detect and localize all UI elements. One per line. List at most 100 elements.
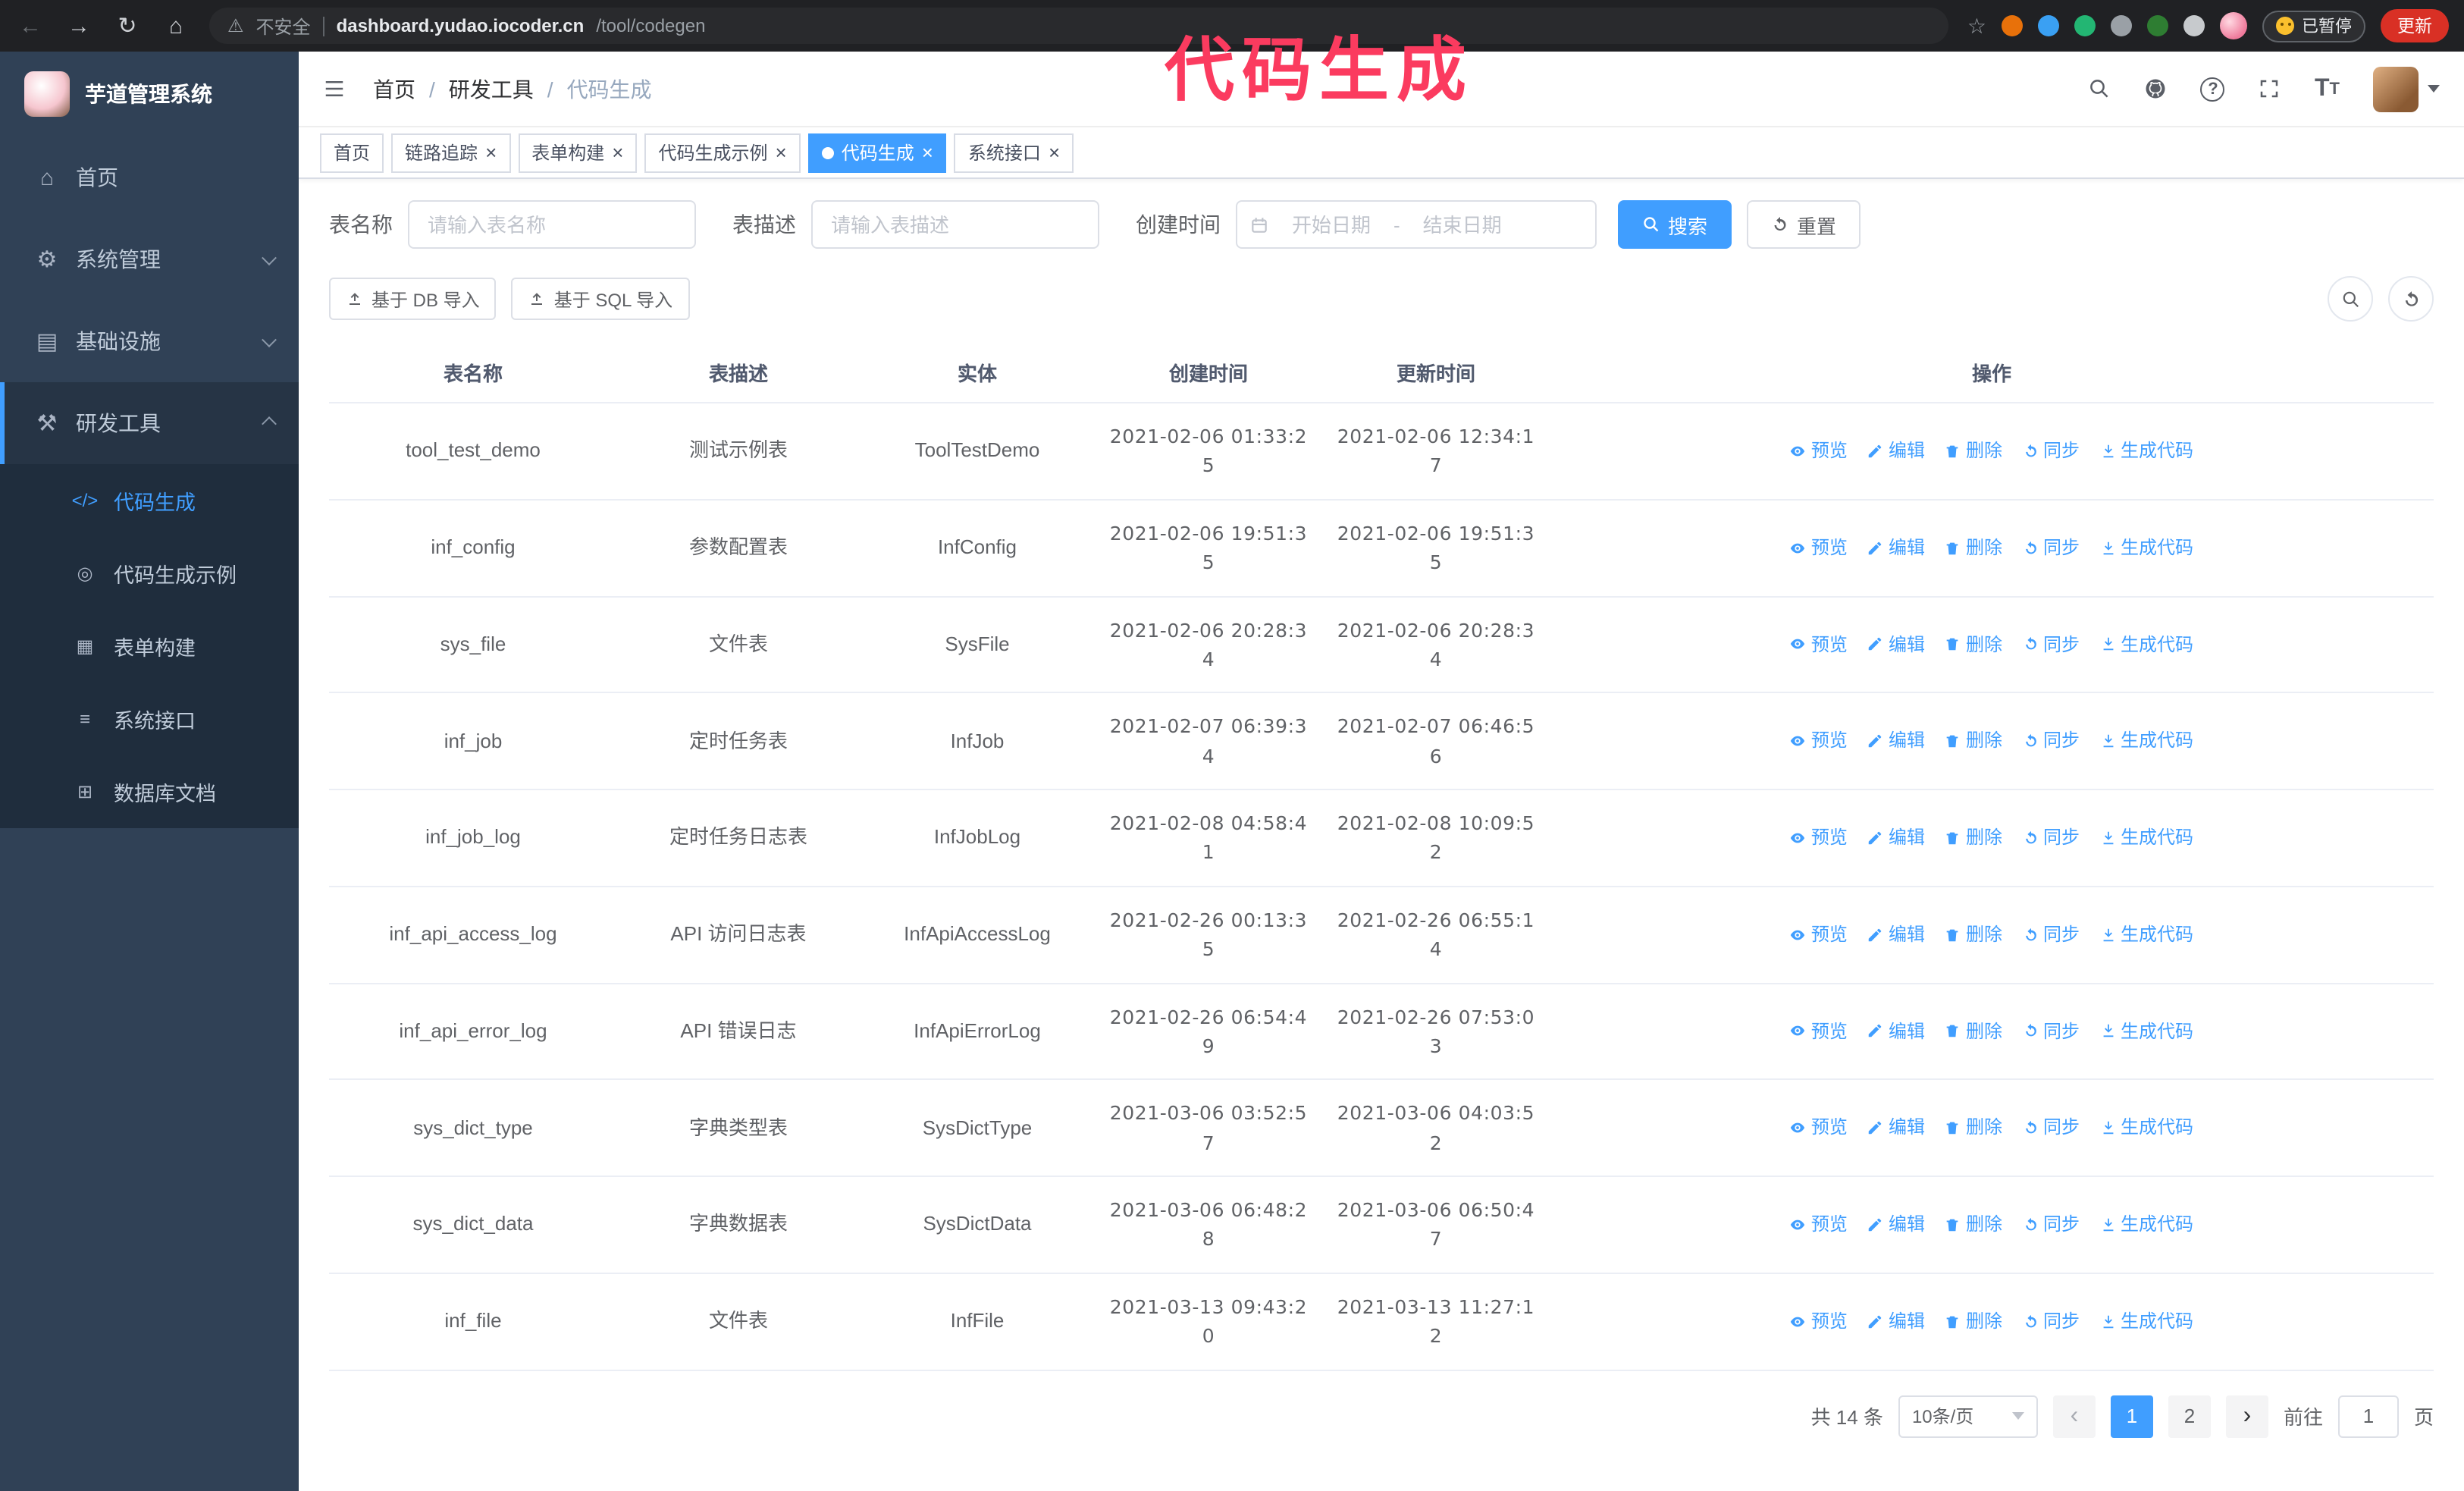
- date-start-input[interactable]: [1275, 213, 1387, 236]
- import-sql-button[interactable]: 基于 SQL 导入: [511, 278, 690, 320]
- page-size-select[interactable]: 10条/页: [1898, 1395, 2038, 1437]
- delete-link[interactable]: 删除: [1945, 1114, 2002, 1142]
- close-icon[interactable]: ×: [1049, 143, 1060, 162]
- sync-link[interactable]: 同步: [2022, 824, 2080, 852]
- close-icon[interactable]: ×: [612, 143, 623, 162]
- close-icon[interactable]: ×: [485, 143, 497, 162]
- sync-link[interactable]: 同步: [2022, 727, 2080, 755]
- tab-home[interactable]: 首页: [320, 133, 384, 172]
- preview-link[interactable]: 预览: [1790, 437, 1848, 465]
- edit-link[interactable]: 编辑: [1867, 1114, 1925, 1142]
- extension-icon[interactable]: [2147, 15, 2168, 36]
- sidebar-item-dev-tools[interactable]: ⚒ 研发工具: [0, 382, 299, 464]
- preview-link[interactable]: 预览: [1790, 630, 1848, 658]
- preview-link[interactable]: 预览: [1790, 921, 1848, 949]
- browser-profile-avatar[interactable]: [2220, 12, 2247, 39]
- delete-link[interactable]: 删除: [1945, 727, 2002, 755]
- sidebar-item-form-builder[interactable]: ▦ 表单构建: [0, 610, 299, 683]
- tab-tracing[interactable]: 链路追踪 ×: [391, 133, 511, 172]
- sync-link[interactable]: 同步: [2022, 437, 2080, 465]
- bookmark-star-icon[interactable]: ☆: [1967, 13, 1986, 39]
- goto-page-input[interactable]: [2337, 1395, 2399, 1437]
- preview-link[interactable]: 预览: [1790, 824, 1848, 852]
- docs-help-button[interactable]: ?: [2200, 77, 2225, 101]
- prev-page-button[interactable]: ‹: [2052, 1395, 2096, 1437]
- sync-link[interactable]: 同步: [2022, 921, 2080, 949]
- sync-link[interactable]: 同步: [2022, 630, 2080, 658]
- font-size-button[interactable]: TT: [2315, 75, 2340, 102]
- sidebar-item-codegen[interactable]: </> 代码生成: [0, 464, 299, 537]
- toggle-search-button[interactable]: [2328, 276, 2373, 322]
- delete-link[interactable]: 删除: [1945, 1307, 2002, 1336]
- address-bar[interactable]: ⚠ 不安全 dashboard.yudao.iocoder.cn /tool/c…: [209, 8, 1949, 44]
- browser-home-icon[interactable]: ⌂: [161, 13, 191, 39]
- generate-code-link[interactable]: 生成代码: [2099, 437, 2193, 465]
- delete-link[interactable]: 删除: [1945, 630, 2002, 658]
- sync-link[interactable]: 同步: [2022, 534, 2080, 562]
- browser-update-button[interactable]: 更新: [2381, 9, 2449, 42]
- preview-link[interactable]: 预览: [1790, 534, 1848, 562]
- sync-link[interactable]: 同步: [2022, 1017, 2080, 1045]
- preview-link[interactable]: 预览: [1790, 727, 1848, 755]
- generate-code-link[interactable]: 生成代码: [2099, 1307, 2193, 1336]
- tab-form-builder[interactable]: 表单构建 ×: [518, 133, 638, 172]
- preview-link[interactable]: 预览: [1790, 1114, 1848, 1142]
- tab-codegen[interactable]: 代码生成 ×: [807, 133, 947, 172]
- delete-link[interactable]: 删除: [1945, 1017, 2002, 1045]
- browser-reload-icon[interactable]: ↻: [112, 12, 143, 39]
- close-icon[interactable]: ×: [922, 143, 933, 162]
- reset-button[interactable]: 重置: [1747, 200, 1861, 249]
- sidebar-item-db-doc[interactable]: ⊞ 数据库文档: [0, 755, 299, 828]
- close-icon[interactable]: ×: [776, 143, 787, 162]
- delete-link[interactable]: 删除: [1945, 824, 2002, 852]
- edit-link[interactable]: 编辑: [1867, 1307, 1925, 1336]
- edit-link[interactable]: 编辑: [1867, 1210, 1925, 1238]
- generate-code-link[interactable]: 生成代码: [2099, 630, 2193, 658]
- preview-link[interactable]: 预览: [1790, 1210, 1848, 1238]
- edit-link[interactable]: 编辑: [1867, 824, 1925, 852]
- delete-link[interactable]: 删除: [1945, 534, 2002, 562]
- edit-link[interactable]: 编辑: [1867, 534, 1925, 562]
- extension-icon[interactable]: [2111, 15, 2132, 36]
- extension-icon[interactable]: [2183, 15, 2205, 36]
- sync-link[interactable]: 同步: [2022, 1114, 2080, 1142]
- import-db-button[interactable]: 基于 DB 导入: [329, 278, 497, 320]
- sidebar-item-codegen-example[interactable]: ◎ 代码生成示例: [0, 537, 299, 610]
- breadcrumb-dev-tools[interactable]: 研发工具: [449, 74, 534, 104]
- page-button-1[interactable]: 1: [2110, 1395, 2153, 1437]
- generate-code-link[interactable]: 生成代码: [2099, 1017, 2193, 1045]
- search-button[interactable]: 搜索: [1618, 200, 1732, 249]
- generate-code-link[interactable]: 生成代码: [2099, 727, 2193, 755]
- refresh-table-button[interactable]: [2388, 276, 2434, 322]
- generate-code-link[interactable]: 生成代码: [2099, 1114, 2193, 1142]
- tab-system-api[interactable]: 系统接口 ×: [954, 133, 1074, 172]
- page-button-2[interactable]: 2: [2168, 1395, 2211, 1437]
- sidebar-item-system-api[interactable]: ≡ 系统接口: [0, 683, 299, 755]
- sidebar-item-system-mgmt[interactable]: ⚙ 系统管理: [0, 218, 299, 300]
- breadcrumb-home[interactable]: 首页: [373, 74, 415, 104]
- tab-codegen-example[interactable]: 代码生成示例 ×: [644, 133, 801, 172]
- generate-code-link[interactable]: 生成代码: [2099, 1210, 2193, 1238]
- paused-badge[interactable]: 已暂停: [2262, 10, 2365, 42]
- preview-link[interactable]: 预览: [1790, 1307, 1848, 1336]
- delete-link[interactable]: 删除: [1945, 921, 2002, 949]
- extension-icon[interactable]: [2074, 15, 2096, 36]
- preview-link[interactable]: 预览: [1790, 1017, 1848, 1045]
- delete-link[interactable]: 删除: [1945, 437, 2002, 465]
- browser-forward-icon[interactable]: →: [64, 13, 94, 39]
- extension-icon[interactable]: [2038, 15, 2059, 36]
- edit-link[interactable]: 编辑: [1867, 921, 1925, 949]
- next-page-button[interactable]: ›: [2225, 1395, 2268, 1437]
- table-name-input[interactable]: [408, 200, 696, 249]
- sync-link[interactable]: 同步: [2022, 1210, 2080, 1238]
- edit-link[interactable]: 编辑: [1867, 630, 1925, 658]
- date-range-picker[interactable]: -: [1236, 200, 1597, 249]
- sidebar-collapse-button[interactable]: [323, 77, 346, 100]
- sidebar-item-home[interactable]: ⌂ 首页: [0, 137, 299, 218]
- sync-link[interactable]: 同步: [2022, 1307, 2080, 1336]
- generate-code-link[interactable]: 生成代码: [2099, 824, 2193, 852]
- generate-code-link[interactable]: 生成代码: [2099, 921, 2193, 949]
- generate-code-link[interactable]: 生成代码: [2099, 534, 2193, 562]
- date-end-input[interactable]: [1406, 213, 1519, 236]
- browser-back-icon[interactable]: ←: [15, 13, 45, 39]
